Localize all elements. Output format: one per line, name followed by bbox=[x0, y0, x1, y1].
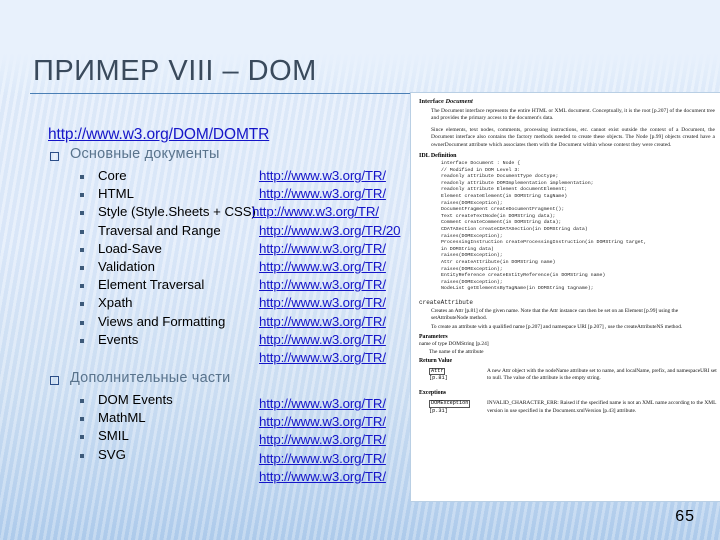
spec-return-heading: Return Value bbox=[419, 357, 453, 364]
item-link[interactable]: http://www.w3.org/TR/ bbox=[259, 451, 386, 466]
group-marker-0 bbox=[50, 152, 59, 161]
item-link[interactable]: http://www.w3.org/TR/ bbox=[259, 241, 386, 256]
list-bullet bbox=[80, 229, 84, 234]
spec-paragraph-2: Since elements, text nodes, comments, pr… bbox=[431, 126, 715, 148]
spec-param-desc: The name of the attribute bbox=[429, 348, 484, 355]
spec-return-desc: A new Attr object with the nodeName attr… bbox=[487, 367, 717, 382]
spec-method-desc-2: To create an attribute with a qualified … bbox=[431, 324, 683, 331]
list-bullet bbox=[80, 338, 84, 343]
item-link[interactable]: http://www.w3.org/TR/ bbox=[259, 295, 386, 310]
spec-interface-heading: Interface Document bbox=[419, 98, 717, 105]
spec-idl-line: ProcessingInstruction createProcessingIn… bbox=[441, 240, 647, 246]
list-bullet bbox=[80, 193, 84, 198]
spec-return-row: Attr [p.81] A new Attr object with the n… bbox=[419, 367, 717, 382]
spec-paragraph-1: The Document interface represents the en… bbox=[431, 108, 715, 122]
item-link[interactable]: http://www.w3.org/TR/20 bbox=[259, 223, 401, 238]
spec-idl-heading: IDL Definition bbox=[419, 153, 457, 160]
spec-return-type: Attr bbox=[429, 367, 446, 376]
spec-exception-type: DOMException bbox=[429, 400, 471, 408]
list-bullet bbox=[80, 266, 84, 270]
spec-idl-line: NodeList getElementsByTagName(in DOMStri… bbox=[441, 286, 594, 292]
list-item: HTML bbox=[98, 186, 134, 202]
list-bullet bbox=[80, 320, 84, 325]
list-item: SVG bbox=[98, 446, 126, 462]
spec-exception-row: DOMException [p.31] INVALID_CHARACTER_ER… bbox=[419, 400, 717, 414]
spec-idl-line: readonly attribute Element documentEleme… bbox=[441, 187, 568, 193]
spec-panel: Interface Document The Document interfac… bbox=[411, 93, 720, 419]
spec-method-desc-1: Creates an Attr [p.81] of the given name… bbox=[431, 307, 679, 322]
list-bullet bbox=[80, 284, 84, 289]
item-link-wrapped[interactable]: http://www.w3.org/TR/ bbox=[259, 469, 386, 484]
spec-idl-line: Comment createComment(in DOMString data)… bbox=[441, 220, 562, 226]
list-bullet bbox=[80, 453, 84, 458]
list-item: MathML bbox=[98, 410, 146, 426]
list-item: Core bbox=[98, 168, 127, 183]
item-link[interactable]: http://www.w3.org/TR/ bbox=[259, 277, 386, 292]
item-link[interactable]: http://www.w3.org/TR/ bbox=[252, 204, 379, 219]
spec-interface-prefix: Interface bbox=[419, 98, 446, 105]
spec-idl-line: readonly attribute DocumentType doctype; bbox=[441, 174, 559, 180]
spec-exception-ref: [p.31] bbox=[429, 407, 448, 414]
spec-exception-type-cell: DOMException [p.31] bbox=[429, 400, 481, 414]
item-link[interactable]: http://www.w3.org/TR/ bbox=[259, 314, 386, 329]
page-number: 65 bbox=[675, 508, 695, 525]
item-link[interactable]: http://www.w3.org/TR/ bbox=[259, 168, 386, 183]
spec-parameters-heading: Parameters bbox=[419, 333, 448, 340]
list-item: Traversal and Range bbox=[98, 222, 221, 238]
list-bullet bbox=[80, 175, 84, 179]
list-item: Views and Formatting bbox=[98, 313, 226, 329]
spec-return-ref: [p.81] bbox=[429, 375, 448, 382]
main-dom-tr-link[interactable]: http://www.w3.org/DOM/DOMTR bbox=[48, 126, 269, 144]
spec-idl-block: interface Document : Node { // Modified … bbox=[419, 161, 717, 293]
item-link-wrapped[interactable]: http://www.w3.org/TR/ bbox=[259, 350, 386, 365]
dom-spec-screenshot: Interface Document The Document interfac… bbox=[410, 92, 720, 502]
slide: ПРИМЕР VIII – DOM http://www.w3.org/DOM/… bbox=[0, 0, 720, 540]
list-bullet bbox=[80, 211, 84, 216]
item-link[interactable]: http://www.w3.org/TR/ bbox=[259, 259, 386, 274]
spec-idl-line: Attr createAttribute(in DOMString name) bbox=[441, 259, 556, 265]
list-bullet bbox=[80, 417, 84, 422]
list-item: Style (Style.Sheets + CSS) bbox=[98, 204, 256, 220]
group-marker-1 bbox=[50, 376, 59, 385]
list-bullet bbox=[80, 302, 84, 307]
list-bullet bbox=[80, 247, 84, 252]
spec-divider bbox=[419, 293, 717, 297]
list-item: Validation bbox=[98, 259, 155, 274]
list-item: Load-Save bbox=[98, 240, 162, 256]
group-heading-1: Дополнительные части bbox=[70, 370, 231, 386]
list-item: DOM Events bbox=[98, 392, 173, 407]
list-item: Element Traversal bbox=[98, 277, 205, 293]
list-item: Xpath bbox=[98, 295, 133, 311]
spec-exception-desc: INVALID_CHARACTER_ERR: Raised if the spe… bbox=[487, 400, 717, 414]
spec-param-line: name of type DOMString [p.24] bbox=[419, 340, 489, 347]
spec-idl-line: DocumentFragment createDocumentFragment(… bbox=[441, 207, 565, 213]
list-bullet bbox=[80, 399, 84, 403]
spec-idl-line: EntityReference createEntityReference(in… bbox=[441, 273, 606, 279]
item-link[interactable]: http://www.w3.org/TR/ bbox=[259, 396, 386, 411]
spec-interface-name: Document bbox=[445, 98, 473, 105]
list-item: Events bbox=[98, 331, 139, 347]
list-bullet bbox=[80, 435, 84, 440]
spec-idl-line: CDATASection createCDATASection(in DOMSt… bbox=[441, 226, 588, 232]
spec-exceptions-heading: Exceptions bbox=[419, 390, 447, 397]
list-item: SMIL bbox=[98, 428, 129, 444]
spec-idl-line: Element createElement(in DOMString tagNa… bbox=[441, 194, 568, 199]
spec-method-name: createAttribute bbox=[419, 298, 474, 306]
item-link[interactable]: http://www.w3.org/TR/ bbox=[259, 332, 386, 347]
spec-idl-line: raises(DOMException); bbox=[441, 253, 503, 259]
page-title: ПРИМЕР VIII – DOM bbox=[33, 55, 317, 87]
spec-idl-line: interface Document : Node { bbox=[441, 161, 521, 167]
item-link[interactable]: http://www.w3.org/TR/ bbox=[259, 186, 386, 201]
spec-return-type-cell: Attr [p.81] bbox=[429, 367, 481, 382]
group-heading-0: Основные документы bbox=[70, 146, 220, 162]
item-link[interactable]: http://www.w3.org/TR/ bbox=[259, 414, 386, 429]
item-link[interactable]: http://www.w3.org/TR/ bbox=[259, 432, 386, 447]
